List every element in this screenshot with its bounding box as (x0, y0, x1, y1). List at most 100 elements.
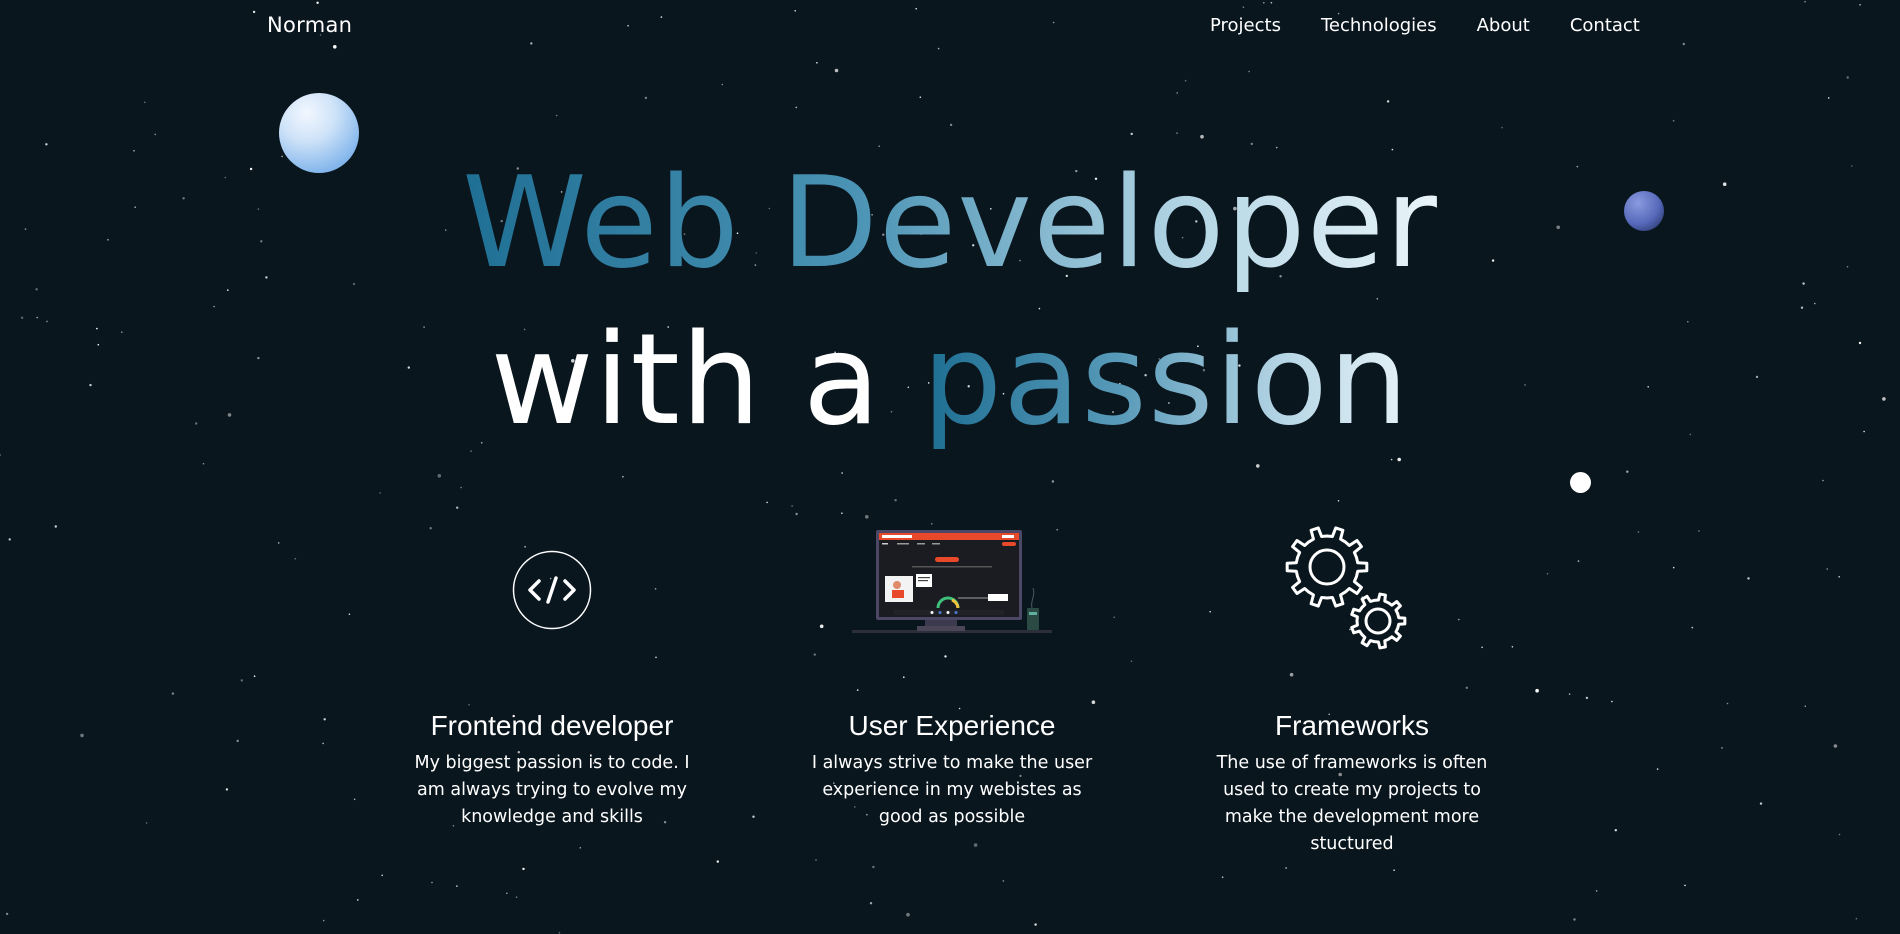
star (834, 68, 839, 73)
star (841, 472, 843, 474)
star (80, 733, 84, 738)
card-icon-wrap (397, 520, 707, 660)
star (1130, 660, 1133, 663)
star (1611, 700, 1613, 703)
star (1804, 705, 1807, 707)
star (973, 843, 978, 847)
white-planet (1570, 472, 1591, 493)
star (1577, 560, 1580, 562)
star (1546, 572, 1549, 575)
star (906, 912, 910, 917)
star (1759, 802, 1763, 805)
star (1656, 768, 1659, 770)
star (1826, 568, 1828, 570)
star (721, 83, 724, 86)
star (1130, 132, 1133, 136)
star (795, 106, 798, 109)
star (506, 892, 508, 895)
star (1573, 918, 1576, 921)
card-text: I always strive to make the user experie… (811, 753, 1093, 827)
star (622, 475, 624, 478)
nav-link-technologies[interactable]: Technologies (1321, 15, 1437, 36)
star (1535, 688, 1539, 693)
star (1684, 884, 1686, 887)
star (431, 881, 433, 884)
star (5, 912, 9, 916)
star (1637, 531, 1640, 533)
star (45, 143, 48, 146)
star (322, 742, 324, 745)
star (1814, 302, 1816, 305)
star (281, 155, 283, 158)
star (133, 150, 135, 152)
star (8, 538, 11, 541)
star (1386, 100, 1390, 103)
star (145, 822, 148, 824)
star (872, 865, 875, 869)
star (379, 492, 382, 494)
star (1393, 869, 1395, 871)
star (236, 739, 239, 743)
star (1176, 132, 1178, 134)
star (919, 96, 922, 98)
star (202, 462, 205, 465)
card-user-experience: User Experience I always strive to make … (797, 520, 1107, 831)
star (1285, 867, 1287, 869)
star (323, 718, 326, 721)
hero-passion: passion (922, 306, 1410, 453)
star (1200, 134, 1204, 139)
star (1256, 464, 1260, 468)
card-icon-wrap (797, 520, 1107, 660)
star (1691, 626, 1694, 629)
star (294, 557, 297, 560)
star (1176, 92, 1178, 94)
star (1250, 142, 1254, 146)
star (579, 847, 582, 849)
star (322, 919, 325, 922)
star (791, 505, 793, 507)
star (1034, 923, 1037, 926)
nav-link-about[interactable]: About (1477, 15, 1530, 36)
star (225, 788, 229, 791)
star (558, 931, 561, 934)
nav-links: Projects Technologies About Contact (1210, 15, 1640, 36)
star (213, 305, 215, 308)
star (253, 675, 256, 677)
star (1585, 696, 1589, 700)
star (1672, 566, 1675, 569)
star (1698, 530, 1700, 532)
top-nav: Norman Projects Technologies About Conta… (0, 0, 1900, 54)
star (1846, 76, 1849, 79)
star (716, 860, 719, 863)
star (949, 123, 953, 127)
star (460, 486, 462, 489)
card-frameworks: Frameworks The use of frameworks is ofte… (1197, 520, 1507, 858)
star (35, 288, 38, 291)
gears-icon (1285, 526, 1407, 650)
star (1248, 70, 1250, 73)
star (522, 867, 525, 871)
star (1337, 500, 1340, 502)
page: Norman Projects Technologies About Conta… (0, 0, 1900, 934)
star (1855, 917, 1858, 920)
nav-link-contact[interactable]: Contact (1570, 15, 1640, 36)
star (865, 515, 869, 519)
star (515, 896, 518, 898)
card-title: User Experience (848, 710, 1056, 741)
star (1002, 880, 1005, 882)
star (1397, 457, 1401, 462)
star (841, 512, 843, 514)
hero-title-line-2: with a passion (0, 315, 1900, 445)
star (1501, 126, 1503, 129)
hero-title-line-1: Web Developer (0, 158, 1900, 288)
star (1376, 298, 1379, 300)
star (1626, 470, 1629, 473)
star (1221, 876, 1224, 878)
star (752, 815, 755, 818)
brand-logo[interactable]: Norman (267, 13, 352, 37)
star (277, 542, 280, 544)
nav-link-projects[interactable]: Projects (1210, 15, 1281, 36)
star (154, 133, 156, 136)
star (894, 499, 897, 502)
star (1721, 747, 1723, 749)
